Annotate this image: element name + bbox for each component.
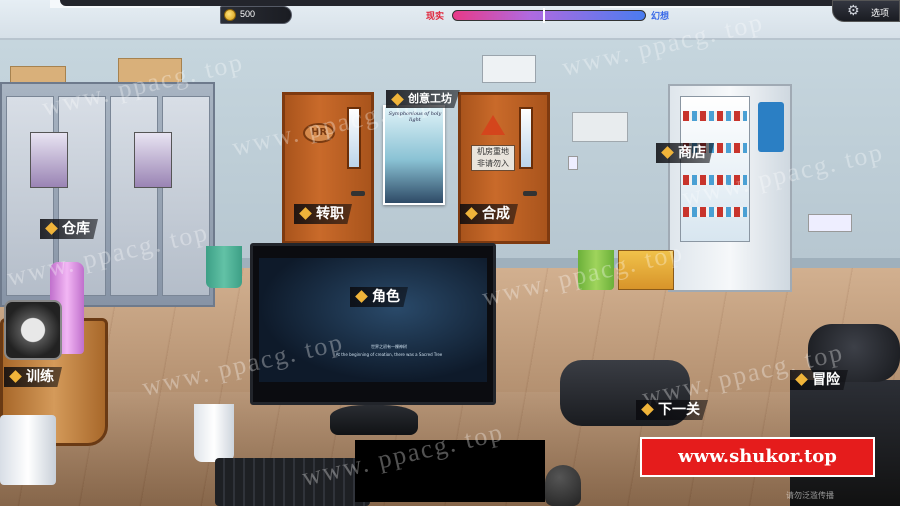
fantasy-label: 幻想	[651, 12, 670, 22]
door-sign: 机房重地 非请勿入	[471, 145, 515, 171]
diamond-icon	[641, 403, 654, 416]
censor-box	[355, 440, 545, 502]
training-label-text: 训练	[26, 369, 54, 385]
anime-poster	[30, 132, 68, 188]
diamond-icon	[355, 290, 368, 303]
vending-screen	[758, 102, 784, 152]
keyboard	[215, 458, 370, 506]
mop-bucket	[206, 246, 242, 288]
door-window	[519, 107, 533, 169]
toilet-paper	[0, 415, 56, 485]
workshop-label[interactable]: 创意工坊	[386, 90, 460, 108]
warehouse-label-text: 仓库	[62, 221, 90, 237]
air-conditioner	[482, 55, 536, 83]
meter-marker	[543, 8, 545, 23]
next-level-label[interactable]: 下一关	[636, 400, 708, 420]
vending-machine[interactable]	[668, 84, 792, 292]
computer-mouse	[545, 465, 581, 506]
ceiling	[0, 0, 900, 40]
character-label-text: 角色	[372, 289, 400, 305]
coin-counter: 500	[220, 6, 292, 24]
synthesize-label-text: 合成	[482, 206, 510, 222]
hr-plate: HR	[303, 123, 335, 143]
locker-door	[110, 96, 158, 296]
screen-text-en: At the beginning of creation, there was …	[335, 352, 443, 357]
poster-title: Symphonious of holy light	[388, 111, 442, 123]
options-label: 选项	[871, 9, 890, 19]
diamond-icon	[45, 222, 58, 235]
site-banner-text: www.shukor.top	[678, 446, 837, 467]
diamond-icon	[465, 207, 478, 220]
warehouse-label[interactable]: 仓库	[40, 219, 98, 239]
shop-label-text: 商店	[678, 145, 706, 161]
diamond-icon	[391, 93, 404, 106]
coin-amount: 500	[240, 9, 256, 19]
diamond-icon	[795, 373, 808, 386]
change-job-label[interactable]: 转职	[294, 204, 352, 224]
lockers[interactable]	[0, 82, 215, 307]
light-switch	[568, 156, 578, 170]
monitor-stand	[330, 405, 418, 435]
workshop-poster[interactable]: Symphonious of holy light	[383, 105, 445, 205]
drink-shelf	[683, 175, 747, 185]
workshop-label-text: 创意工坊	[408, 92, 452, 105]
skull-jar	[4, 300, 62, 360]
computer-monitor[interactable]: 世界之初有一棵神树 At the beginning of creation, …	[250, 243, 496, 405]
power-outlet	[808, 214, 852, 232]
warning-triangle-icon	[481, 115, 505, 135]
options-button[interactable]: ⚙ 选项	[832, 0, 900, 22]
locker-door	[162, 96, 210, 296]
adventure-label-text: 冒险	[812, 372, 840, 388]
door-handle	[523, 191, 537, 196]
gear-icon: ⚙	[847, 3, 860, 19]
coin-icon	[224, 9, 236, 21]
diamond-icon	[299, 207, 312, 220]
synthesize-label[interactable]: 合成	[460, 204, 518, 224]
game-scene: HR Symphonious of holy light 机房重地 非请勿入 世…	[0, 0, 900, 506]
reality-label: 现实	[426, 12, 445, 22]
door-handle	[351, 191, 365, 196]
monitor-screen: 世界之初有一棵神树 At the beginning of creation, …	[259, 258, 487, 382]
electrical-panel	[572, 112, 628, 142]
snack-crate	[618, 250, 674, 290]
screen-text-cn: 世界之初有一棵神树	[371, 344, 407, 349]
paper-cup	[194, 404, 234, 462]
vending-glass	[680, 96, 750, 242]
character-label[interactable]: 角色	[350, 287, 408, 307]
training-label[interactable]: 训练	[4, 367, 62, 387]
footer-note: 请勿泛滥传播	[786, 491, 834, 500]
top-hud-strip	[60, 0, 840, 6]
drink-shelf	[683, 111, 747, 121]
adventure-label[interactable]: 冒险	[790, 370, 848, 390]
change-job-label-text: 转职	[316, 206, 344, 222]
locker-door	[6, 96, 54, 296]
reality-fantasy-meter	[452, 8, 646, 23]
shop-label[interactable]: 商店	[656, 143, 714, 163]
diamond-icon	[9, 370, 22, 383]
next-level-label-text: 下一关	[658, 402, 700, 418]
trash-bin	[578, 250, 614, 290]
site-banner: www.shukor.top	[640, 437, 875, 477]
anime-poster	[134, 132, 172, 188]
diamond-icon	[661, 146, 674, 159]
drink-shelf	[683, 207, 747, 217]
door-window	[347, 107, 361, 169]
